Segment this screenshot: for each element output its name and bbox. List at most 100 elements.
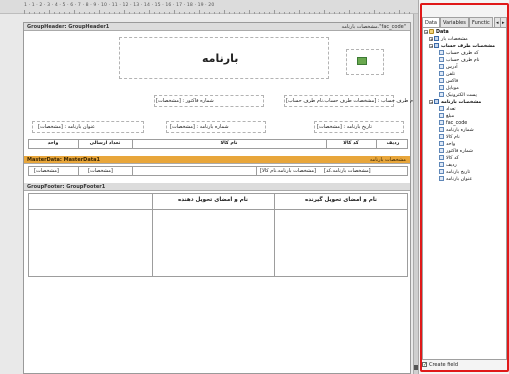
ruler-tick [249, 10, 250, 14]
ruler-tick [399, 10, 400, 14]
column-header-code[interactable]: کد کالا [328, 140, 374, 148]
ruler-tick [319, 12, 320, 14]
group-header-band-title[interactable]: GroupHeader: GroupHeader1 مشخصات بارنامه… [24, 23, 410, 31]
ruler-tick [314, 12, 315, 14]
group-header-name: GroupHeader: GroupHeader1 [27, 24, 110, 30]
ruler-tick [24, 10, 25, 14]
ruler-tick [329, 12, 330, 14]
ruler-tick [389, 12, 390, 14]
ruler-tick [104, 12, 105, 14]
ruler-tick [129, 12, 130, 14]
ruler-tick [64, 12, 65, 14]
master-name-field[interactable]: [مشخصات بارنامه.نام کالا] [260, 167, 316, 175]
group-header-expression: مشخصات بارنامه."fac_code" [341, 24, 406, 30]
divider [274, 193, 275, 277]
ruler-tick [119, 12, 120, 14]
master-count-field[interactable]: [مشخصات] [88, 167, 113, 175]
ruler-tick [39, 12, 40, 14]
ruler-tick [159, 12, 160, 14]
invoice-number-field[interactable]: شماره فاکتور : [مشخصات] [156, 97, 214, 105]
horizontal-ruler: 1 · 1 · 2 · 3 · 4 · 5 · 6 · 7 · 8 · 9 · … [0, 0, 418, 14]
ruler-tick [354, 12, 355, 14]
ruler-tick [34, 12, 35, 14]
ruler-tick [369, 12, 370, 14]
master-unit-field[interactable]: [مشخصات] [34, 167, 59, 175]
ruler-tick [214, 12, 215, 14]
receiver-signature-label[interactable]: نام و امضای تحویل گیرنده [276, 196, 406, 204]
report-title[interactable]: بارنامه [202, 52, 238, 66]
divider [326, 139, 327, 149]
ruler-tick [279, 12, 280, 14]
ruler-tick [384, 12, 385, 14]
ruler-tick [219, 12, 220, 14]
ruler-tick [124, 10, 125, 14]
divider [376, 139, 377, 149]
ruler-tick [54, 12, 55, 14]
ruler-tick [29, 12, 30, 14]
ruler-tick [299, 10, 300, 14]
ruler-tick [139, 12, 140, 14]
ruler-tick [114, 12, 115, 14]
master-code-field[interactable]: [مشخصات بارنامه.کد] [324, 167, 371, 175]
ruler-tick [209, 12, 210, 14]
master-data-band-title[interactable]: MasterData: MasterData1 مشخصات بارنامه [24, 156, 410, 164]
ruler-tick [184, 12, 185, 14]
ruler-tick [339, 12, 340, 14]
ruler-tick [74, 10, 75, 14]
group-footer-band-title[interactable]: GroupFooter: GroupFooter1 [24, 183, 410, 191]
ruler-tick [94, 12, 95, 14]
ruler-tick [269, 12, 270, 14]
ruler-tick [394, 12, 395, 14]
ruler-tick [289, 12, 290, 14]
ruler-tick [144, 12, 145, 14]
group-footer-name: GroupFooter: GroupFooter1 [27, 184, 106, 190]
ruler-tick [364, 12, 365, 14]
ruler-tick [374, 10, 375, 14]
ruler-tick [149, 10, 150, 14]
report-page[interactable]: GroupHeader: GroupHeader1 مشخصات بارنامه… [23, 22, 416, 374]
ruler-tick [154, 12, 155, 14]
master-data-source: مشخصات بارنامه [369, 157, 406, 163]
ruler-tick [309, 12, 310, 14]
divider [28, 209, 408, 210]
ruler-tick [99, 10, 100, 14]
ruler-tick [349, 10, 350, 14]
account-field[interactable]: نام طرف حساب : [مشخصات طرف حساب.نام طرف … [286, 97, 416, 105]
column-header-unit[interactable]: واحد [30, 140, 76, 148]
bill-number-field[interactable]: شماره بارنامه : [مشخصات] [170, 123, 229, 131]
ruler-tick [79, 12, 80, 14]
logo-image[interactable] [357, 57, 367, 65]
ruler-tick [409, 12, 410, 14]
ruler-tick [324, 10, 325, 14]
ruler-tick [164, 12, 165, 14]
ruler-tick [204, 12, 205, 14]
report-designer-canvas[interactable]: 1 · 1 · 2 · 3 · 4 · 5 · 6 · 7 · 8 · 9 · … [0, 0, 419, 374]
deliverer-signature-label[interactable]: نام و امضای تحویل دهنده [154, 196, 272, 204]
ruler-tick [179, 12, 180, 14]
ruler-tick [174, 10, 175, 14]
ruler-tick [89, 12, 90, 14]
ruler-tick [234, 12, 235, 14]
ruler-tick [44, 12, 45, 14]
ruler-tick [259, 12, 260, 14]
ruler-tick [134, 12, 135, 14]
divider [78, 139, 79, 149]
bill-date-field[interactable]: تاریخ بارنامه : [مشخصات] [317, 123, 372, 131]
bill-title-field[interactable]: عنوان بارنامه : [مشخصات] [38, 123, 95, 131]
ruler-tick [169, 12, 170, 14]
divider [132, 166, 133, 176]
master-data-name: MasterData: MasterData1 [27, 157, 100, 163]
signature-table[interactable] [28, 193, 408, 277]
ruler-tick [274, 10, 275, 14]
column-header-count[interactable]: تعداد ارسالی [80, 140, 130, 148]
ruler-tick [189, 12, 190, 14]
ruler-tick [294, 12, 295, 14]
ruler-tick [59, 12, 60, 14]
ruler-tick [254, 12, 255, 14]
ruler-tick [109, 12, 110, 14]
column-header-name[interactable]: نام کالا [134, 140, 324, 148]
ruler-numbers: 1 · 1 · 2 · 3 · 4 · 5 · 6 · 7 · 8 · 9 · … [24, 3, 215, 8]
ruler-tick [404, 12, 405, 14]
divider [152, 193, 153, 277]
column-header-row-number[interactable]: ردیف [379, 140, 407, 148]
